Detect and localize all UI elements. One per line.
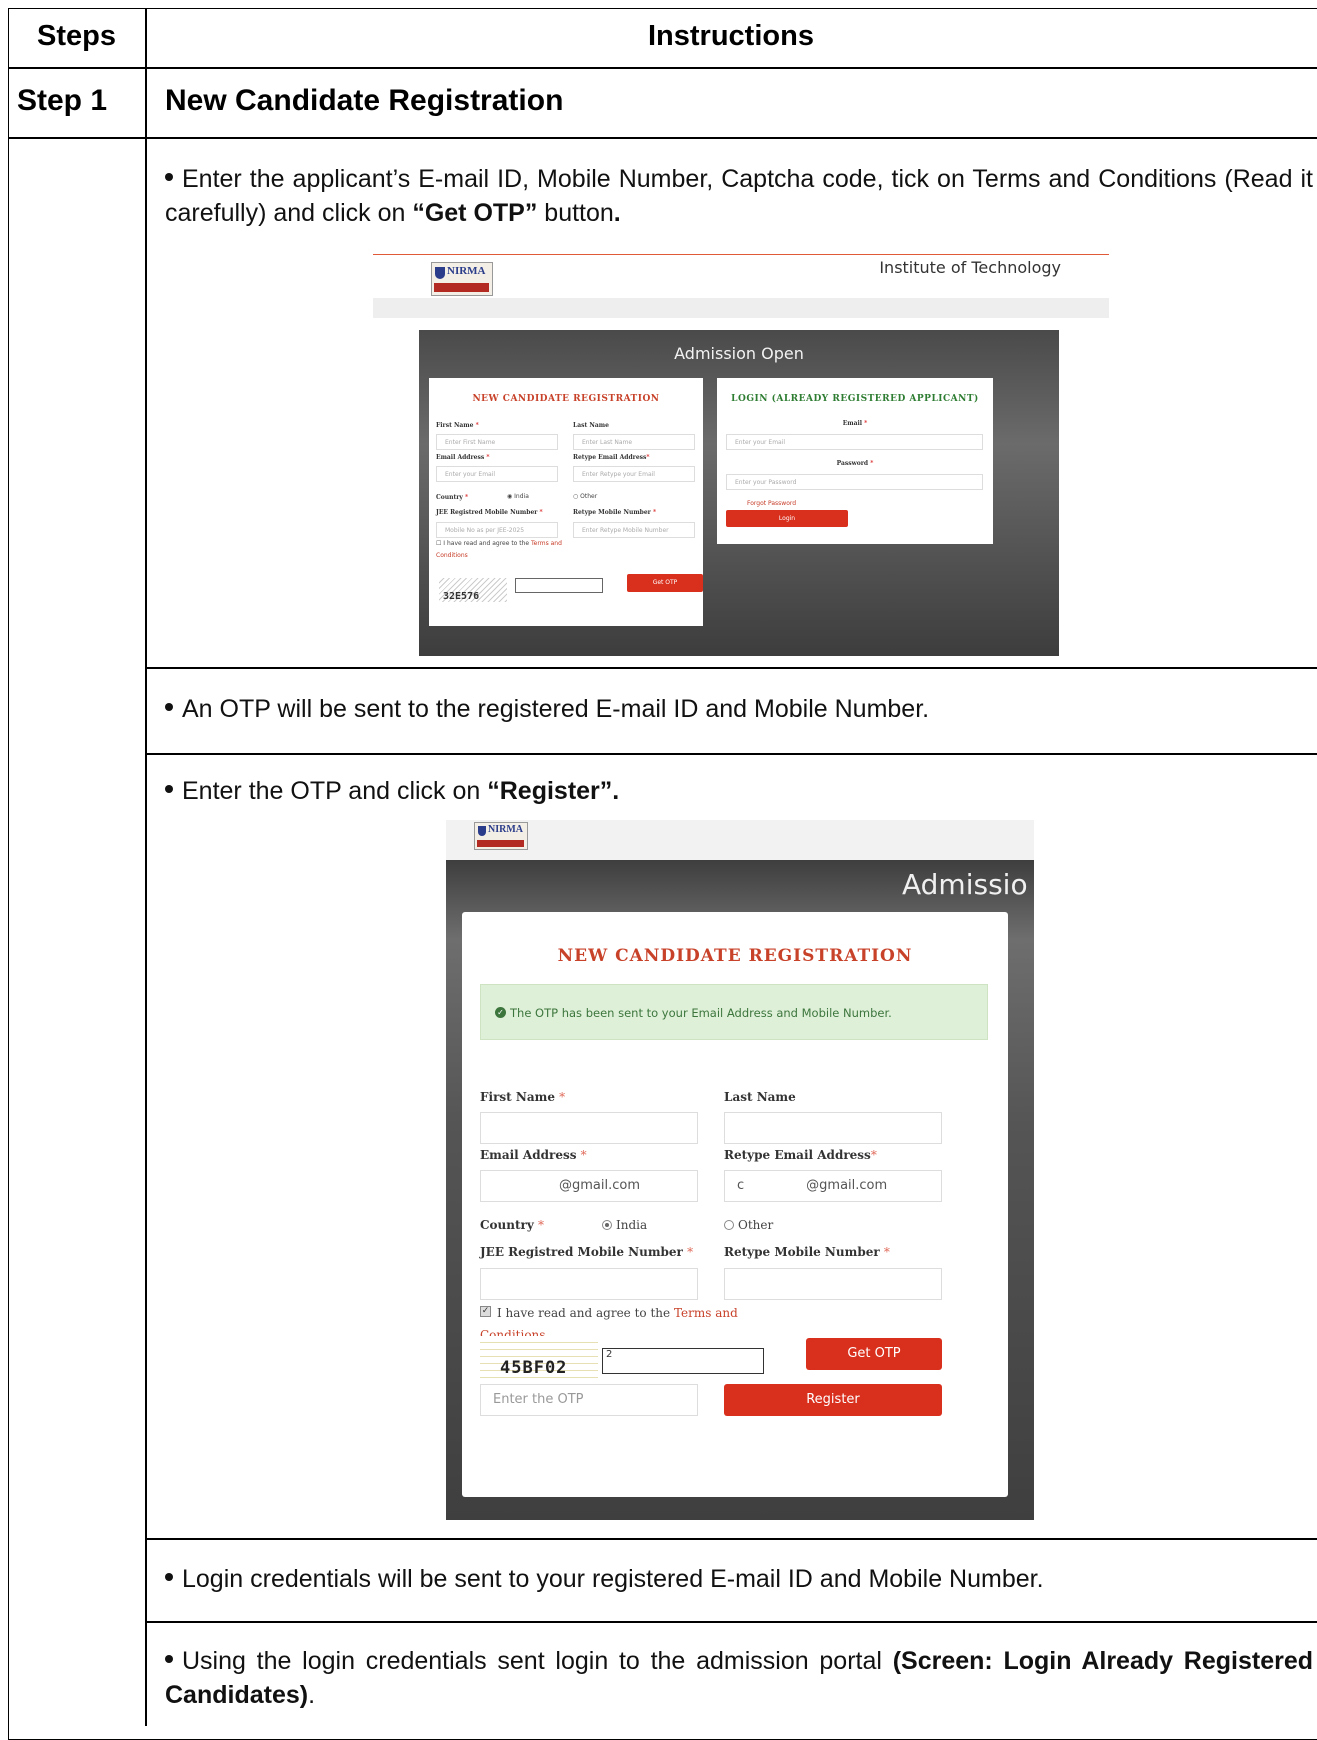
- forgot-password-link[interactable]: Forgot Password: [747, 500, 796, 507]
- login-email-input[interactable]: Enter your Email: [726, 434, 983, 450]
- terms-checkbox[interactable]: ✓ I have read and agree to the Terms and: [480, 1306, 738, 1320]
- captcha-input[interactable]: [515, 578, 603, 593]
- login-title: LOGIN (ALREADY REGISTERED APPLICANT): [731, 394, 979, 404]
- bullet-dot: [165, 173, 173, 182]
- mobile-label: JEE Registred Mobile Number *: [436, 509, 543, 516]
- shield-icon: [478, 826, 486, 836]
- row-divider-header: [8, 67, 1317, 69]
- screenshot-otp-registration: NIRMA Admissio NEW CANDIDATE REGISTRATIO…: [446, 820, 1034, 1520]
- country-other-radio[interactable]: Other: [724, 1218, 773, 1232]
- first-name-input[interactable]: Enter First Name: [436, 434, 558, 450]
- bullet-dot: [165, 1573, 173, 1582]
- retype-email-input[interactable]: Enter Retype your Email: [573, 466, 695, 482]
- otp-input[interactable]: Enter the OTP: [480, 1384, 698, 1416]
- retype-email-input[interactable]: c @gmail.com: [724, 1170, 942, 1202]
- bullet-dot: [165, 785, 173, 794]
- mobile-label: JEE Registred Mobile Number *: [480, 1245, 694, 1259]
- mobile-input[interactable]: Mobile No as per JEE-2025: [436, 522, 558, 538]
- captcha-input[interactable]: 2: [602, 1348, 764, 1374]
- otp-sent-alert: ✓ The OTP has been sent to your Email Add…: [480, 984, 988, 1040]
- mobile-input[interactable]: [480, 1268, 698, 1300]
- shield-icon: [435, 267, 445, 279]
- step-title: New Candidate Registration: [165, 84, 564, 117]
- bullet-1: Enter the applicant’s E-mail ID, Mobile …: [165, 165, 1313, 227]
- registration-title: NEW CANDIDATE REGISTRATION: [557, 946, 913, 966]
- radio-selected-icon: [602, 1219, 612, 1230]
- login-password-label: Password *: [836, 460, 874, 467]
- nirma-logo: NIRMA: [431, 262, 493, 296]
- hero-banner: Admission Open NEW CANDIDATE REGISTRATIO…: [419, 330, 1059, 656]
- country-label: Country *: [436, 494, 469, 501]
- login-password-input[interactable]: Enter your Password: [726, 474, 983, 490]
- bullet-dot: [165, 1655, 173, 1664]
- row-divider-3: [145, 1538, 1317, 1540]
- retype-email-label: Retype Email Address*: [724, 1148, 877, 1162]
- registration-card: NEW CANDIDATE REGISTRATION ✓ The OTP has …: [462, 912, 1008, 1497]
- step-label: Step 1: [17, 84, 108, 117]
- country-india-radio[interactable]: India: [602, 1218, 647, 1232]
- nav-bar: [373, 298, 1109, 318]
- row-divider-4: [145, 1621, 1317, 1623]
- terms-link[interactable]: Conditions: [436, 552, 468, 559]
- radio-unselected-icon: [724, 1219, 734, 1230]
- last-name-input[interactable]: [724, 1112, 942, 1144]
- country-other-radio[interactable]: ○ Other: [573, 493, 597, 500]
- captcha-image: 45BF02: [480, 1336, 598, 1380]
- registration-title: NEW CANDIDATE REGISTRATION: [472, 394, 660, 404]
- registration-card: NEW CANDIDATE REGISTRATION First Name * …: [429, 378, 703, 626]
- hero-title: Admission Open: [674, 344, 804, 363]
- top-bar: NIRMA: [446, 820, 1034, 860]
- screenshot-registration-page: NIRMA Institute of Technology Admission …: [373, 248, 1109, 656]
- last-name-input[interactable]: Enter Last Name: [573, 434, 695, 450]
- email-label: Email Address *: [480, 1148, 587, 1162]
- row-divider-2: [145, 753, 1317, 755]
- retype-mobile-label: Retype Mobile Number *: [724, 1245, 890, 1259]
- register-button[interactable]: Register: [724, 1384, 942, 1416]
- terms-checkbox[interactable]: ☐ I have read and agree to the Terms and: [436, 540, 562, 547]
- bullet-dot: [165, 703, 173, 712]
- retype-email-label: Retype Email Address*: [573, 454, 650, 461]
- bullet-2: An OTP will be sent to the registered E-…: [165, 692, 1313, 726]
- column-divider: [145, 8, 147, 1726]
- header-instructions: Instructions: [648, 20, 814, 52]
- email-label: Email Address *: [436, 454, 490, 461]
- top-accent-line: [373, 254, 1109, 255]
- login-card: LOGIN (ALREADY REGISTERED APPLICANT) Ema…: [717, 378, 993, 544]
- last-name-label: Last Name: [573, 422, 609, 429]
- hero-title: Admissio: [902, 868, 1028, 901]
- bullet-3: Enter the OTP and click on “Register”.: [165, 774, 1313, 808]
- country-india-radio[interactable]: ◉ India: [507, 493, 529, 500]
- login-button[interactable]: Login: [726, 510, 848, 527]
- row-divider-step: [8, 137, 1317, 139]
- retype-mobile-input[interactable]: Enter Retype Mobile Number: [573, 522, 695, 538]
- institute-name: Institute of Technology: [879, 258, 1061, 277]
- retype-mobile-input[interactable]: [724, 1268, 942, 1300]
- get-otp-button[interactable]: Get OTP: [627, 574, 703, 592]
- email-input[interactable]: Enter your Email: [436, 466, 558, 482]
- login-email-label: Email *: [842, 420, 868, 427]
- nirma-logo: NIRMA: [474, 822, 528, 850]
- first-name-label: First Name *: [436, 422, 479, 429]
- bullet-5: Using the login credentials sent login t…: [165, 1647, 1314, 1709]
- first-name-label: First Name *: [480, 1090, 566, 1104]
- last-name-label: Last Name: [724, 1090, 796, 1104]
- row-divider-1: [145, 667, 1317, 669]
- check-circle-icon: ✓: [495, 1007, 506, 1018]
- retype-mobile-label: Retype Mobile Number *: [573, 509, 657, 516]
- checkbox-checked-icon: ✓: [480, 1306, 491, 1317]
- header-steps: Steps: [37, 20, 116, 52]
- get-otp-button[interactable]: Get OTP: [806, 1338, 942, 1370]
- bullet-4: Login credentials will be sent to your r…: [165, 1562, 1313, 1596]
- first-name-input[interactable]: [480, 1112, 698, 1144]
- email-input[interactable]: @gmail.com: [480, 1170, 698, 1202]
- country-label: Country *: [480, 1218, 545, 1232]
- captcha-image: 32E576: [439, 578, 507, 602]
